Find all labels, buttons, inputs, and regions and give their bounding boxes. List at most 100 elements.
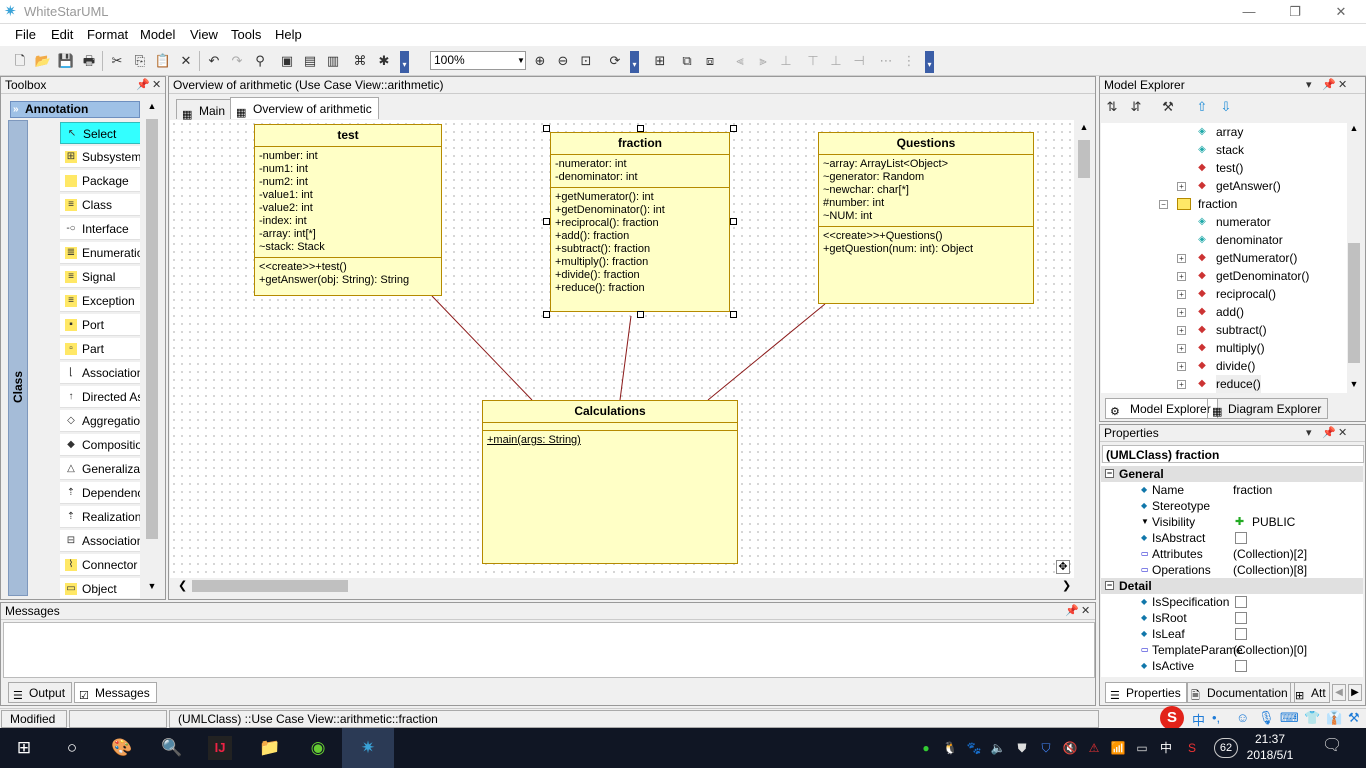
toolbox-scrollbar[interactable]: ▲ ▼ [145, 101, 159, 597]
ime-chinese-icon[interactable]: 中 [1192, 710, 1205, 729]
tree-node-divide[interactable]: + ◆ divide() [1101, 357, 1347, 375]
magic-wand-icon[interactable]: ✱ [374, 51, 394, 71]
tray-wifi-icon[interactable]: 📶 [1110, 740, 1126, 756]
taskbar-active-app[interactable]: ✷ [342, 728, 394, 768]
tree-node-getnumerator[interactable]: + ◆ getNumerator() [1101, 249, 1347, 267]
tab-properties[interactable]: ☰ Properties [1105, 682, 1188, 703]
class-calculations[interactable]: Calculations +main(args: String) [482, 400, 738, 564]
tab-model-explorer[interactable]: ⚙ Model Explorer [1105, 398, 1218, 419]
chevron-up-icon[interactable]: ▲ [1347, 123, 1361, 133]
pin-icon[interactable]: 📌 [1322, 77, 1336, 93]
canvas-vertical-scrollbar[interactable]: ▲ [1076, 122, 1092, 574]
search-cortana-icon[interactable]: ○ [60, 736, 84, 760]
keyboard-icon[interactable]: ⌨ [1280, 710, 1299, 726]
isabstract-checkbox[interactable] [1235, 532, 1247, 544]
bring-front-icon[interactable]: ⧉ [677, 51, 697, 71]
diagram-tool-icon[interactable]: ▥ [323, 51, 343, 71]
tab-documentation[interactable]: 🗎 Documentation [1186, 682, 1295, 703]
tool-port[interactable]: ▪ Port [60, 314, 140, 336]
selection-handle[interactable] [637, 311, 644, 318]
chevron-right-icon[interactable]: ❯ [1062, 579, 1071, 592]
toolbar-overflow-icon[interactable]: ▾ [630, 51, 639, 73]
tool-connector[interactable]: ⌇ Connector [60, 554, 140, 576]
close-icon[interactable]: ✕ [1338, 77, 1347, 93]
tool-dependency[interactable]: ⇡ Dependency [60, 482, 140, 504]
move-canvas-icon[interactable]: ✥ [1056, 560, 1070, 574]
tool-aggregation[interactable]: ◇ Aggregation [60, 410, 140, 432]
close-icon[interactable]: ✕ [1338, 425, 1347, 441]
tool-generalization[interactable]: △ Generalization [60, 458, 140, 480]
property-isabstract[interactable]: ◆ IsAbstract [1101, 530, 1363, 546]
tray-mute-icon[interactable]: 🔇 [1062, 740, 1078, 756]
copy-icon[interactable]: ⎘ [130, 51, 150, 71]
tool-realization[interactable]: ⇡ Realization [60, 506, 140, 528]
tool-subsystem[interactable]: ⊞ Subsystem [60, 146, 140, 168]
toolbar-overflow-icon[interactable]: ▾ [400, 51, 409, 73]
tray-defender-icon[interactable]: ⛉ [1038, 740, 1054, 756]
class-test[interactable]: test -number: int -num1: int -num2: int … [254, 124, 442, 296]
menu-file[interactable]: File [15, 27, 36, 42]
move-down-icon[interactable]: ⇩ [1216, 97, 1236, 117]
code-icon[interactable]: ⌘ [350, 51, 370, 71]
chevron-down-icon[interactable]: ▾ [1306, 77, 1312, 93]
class-questions[interactable]: Questions ~array: ArrayList<Object> ~gen… [818, 132, 1034, 304]
scroll-thumb[interactable] [1078, 140, 1090, 178]
menu-edit[interactable]: Edit [51, 27, 73, 42]
tool-part[interactable]: ▫ Part [60, 338, 140, 360]
tab-output[interactable]: ☰ Output [8, 682, 73, 703]
menu-model[interactable]: Model [140, 27, 175, 42]
expand-icon[interactable]: + [1177, 182, 1186, 191]
close-icon[interactable]: ✕ [152, 77, 161, 93]
menu-format[interactable]: Format [87, 27, 128, 42]
tree-node-getdenominator[interactable]: + ◆ getDenominator() [1101, 267, 1347, 285]
isspecification-checkbox[interactable] [1235, 596, 1247, 608]
property-visibility[interactable]: ▼ Visibility ✚ PUBLIC [1101, 514, 1363, 530]
collapse-icon[interactable]: − [1105, 469, 1114, 478]
tool-class[interactable]: ≡ Class [60, 194, 140, 216]
sort-ascending-icon[interactable]: ⇅ [1102, 97, 1122, 117]
toolbox-sidebar-class[interactable]: Class [8, 120, 28, 596]
property-category-detail[interactable]: − Detail [1101, 578, 1363, 594]
tray-ime-label[interactable]: 中 [1158, 740, 1174, 756]
property-attributes[interactable]: ▭ Attributes (Collection)[2] [1101, 546, 1363, 562]
zoom-select[interactable]: 100% [430, 51, 526, 70]
intellij-icon[interactable]: IJ [208, 736, 232, 760]
tab-main[interactable]: ▦ Main [176, 99, 233, 121]
tab-diagram-explorer[interactable]: ▦ Diagram Explorer [1207, 398, 1329, 419]
selection-handle[interactable] [730, 218, 737, 225]
scroll-thumb[interactable] [1348, 243, 1360, 363]
collapse-icon[interactable]: − [1105, 581, 1114, 590]
expand-icon[interactable]: + [1177, 362, 1186, 371]
close-icon[interactable]: ✕ [1081, 603, 1090, 619]
emoji-icon[interactable]: ☺ [1236, 710, 1249, 725]
scroll-thumb[interactable] [146, 119, 158, 539]
chevron-up-icon[interactable]: ▲ [145, 101, 159, 111]
tool-composition[interactable]: ◆ Composition [60, 434, 140, 456]
association-fraction-calculations[interactable] [619, 315, 632, 401]
zoom-out-icon[interactable]: ⊖ [553, 51, 573, 71]
pin-icon[interactable]: 📌 [1065, 603, 1079, 619]
tool-select[interactable]: ↖ Select [60, 122, 140, 144]
property-isroot[interactable]: ◆ IsRoot [1101, 610, 1363, 626]
notification-icon[interactable]: 🗨 [1322, 738, 1342, 758]
tool-directed-association[interactable]: ↑ Directed Associ... [60, 386, 140, 408]
tray-green-icon[interactable]: ● [918, 740, 934, 756]
print-icon[interactable]: 🖶 [79, 51, 99, 71]
open-folder-icon[interactable]: 📂 [33, 51, 53, 71]
property-isleaf[interactable]: ◆ IsLeaf [1101, 626, 1363, 642]
browser-icon[interactable]: ◉ [306, 736, 330, 760]
chevron-up-icon[interactable]: ▲ [1076, 122, 1092, 132]
property-value[interactable]: fraction [1233, 482, 1272, 498]
paste-icon[interactable]: 📋 [153, 51, 173, 71]
close-button[interactable]: ✕ [1318, 0, 1364, 24]
tree-node-reduce[interactable]: + ◆ reduce() [1101, 375, 1347, 393]
tree-node-multiply[interactable]: + ◆ multiply() [1101, 339, 1347, 357]
align-left-icon[interactable]: ⫷ [730, 51, 750, 71]
space-vertical-icon[interactable]: ⋮ [899, 51, 919, 71]
chevron-right-icon[interactable]: ▶ [1348, 684, 1362, 701]
property-category-general[interactable]: − General [1101, 466, 1363, 482]
chevron-down-icon[interactable]: ▾ [1306, 425, 1312, 441]
tree-node-subtract[interactable]: + ◆ subtract() [1101, 321, 1347, 339]
expand-icon[interactable]: + [1177, 272, 1186, 281]
paint-app-icon[interactable]: 🎨 [110, 736, 134, 760]
